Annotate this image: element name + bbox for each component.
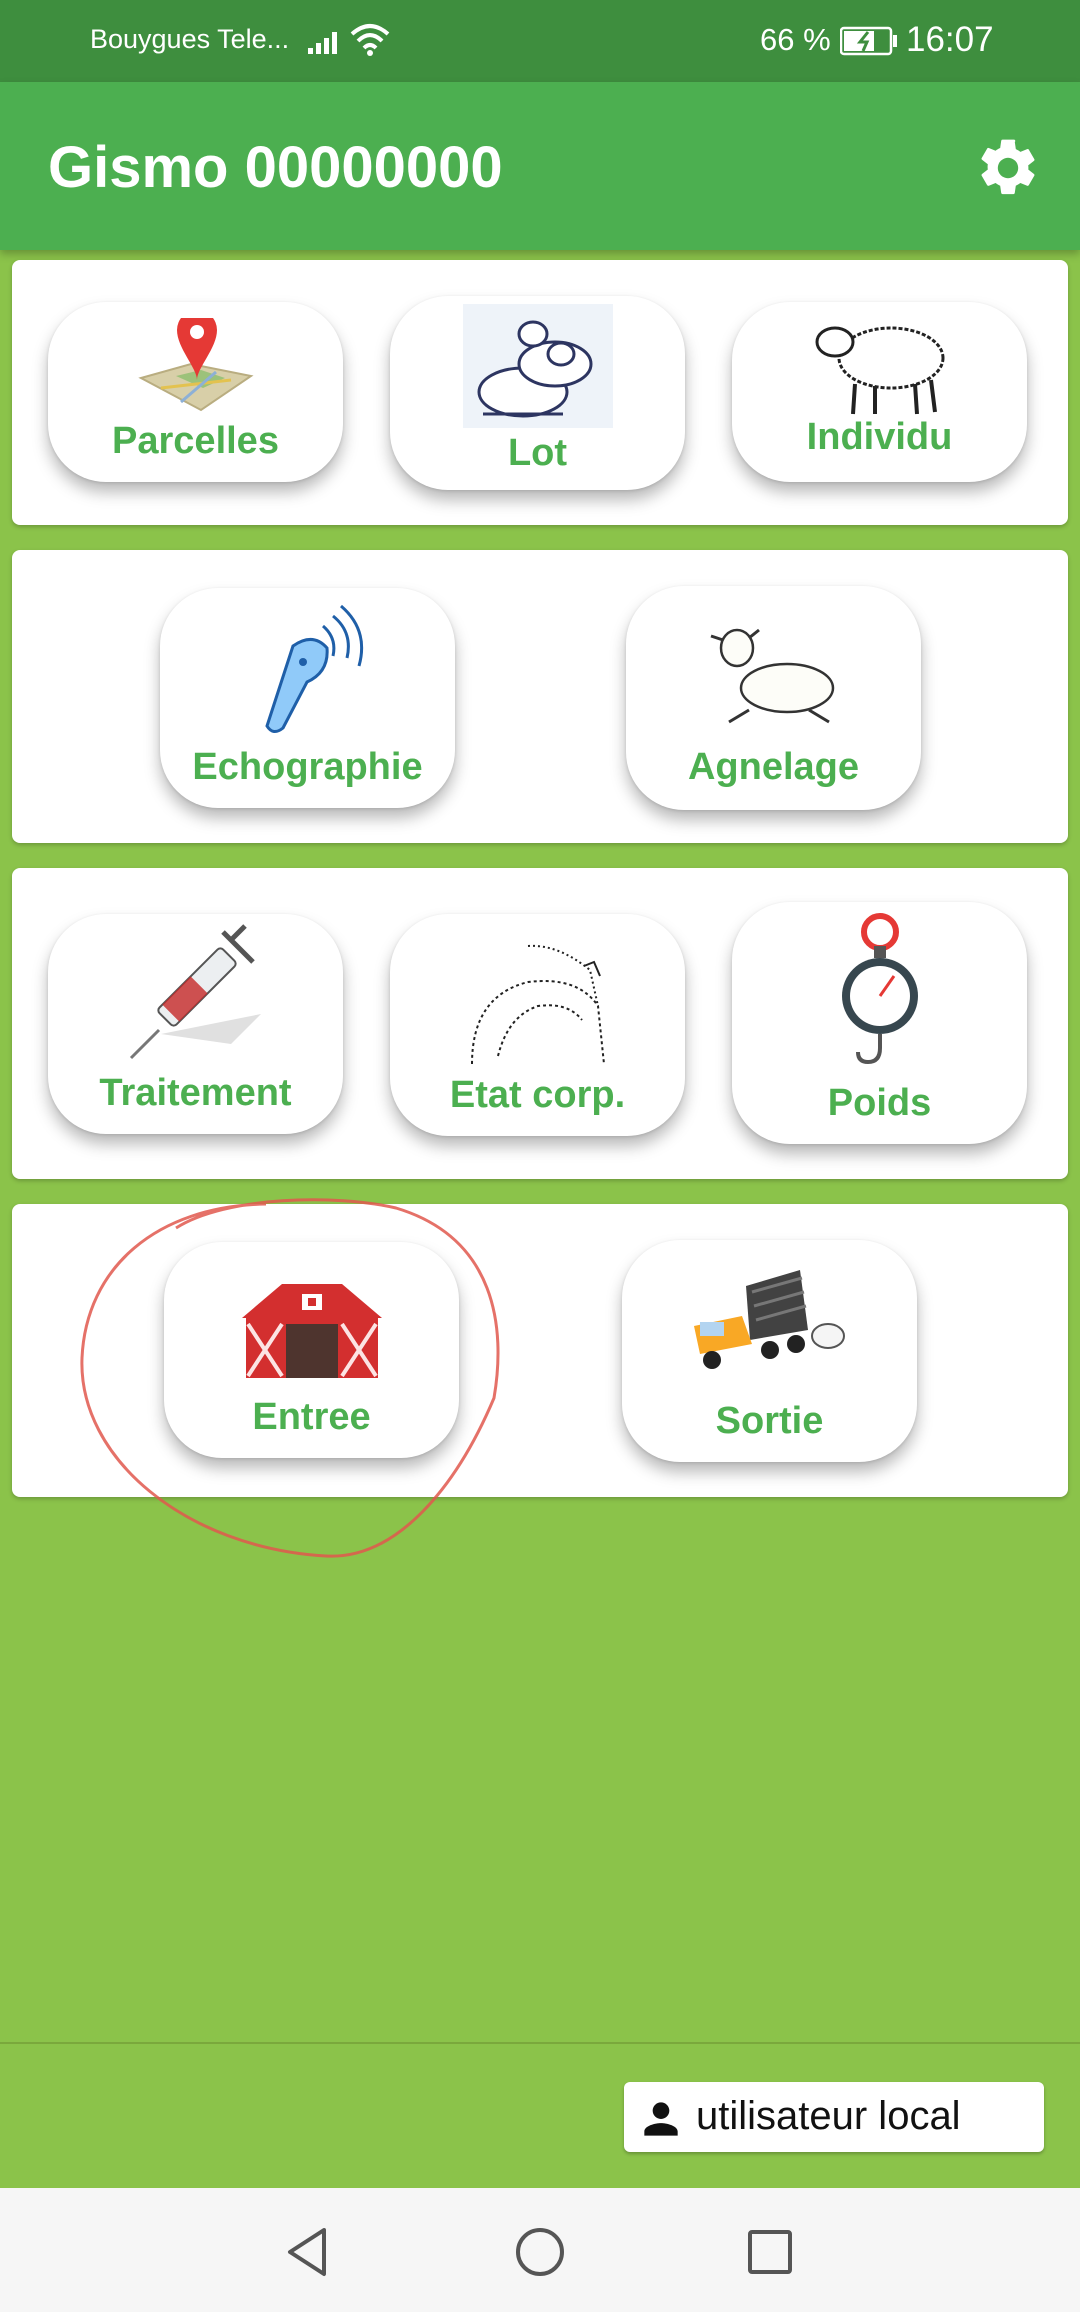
- entree-button[interactable]: Entree: [164, 1242, 459, 1458]
- parcelles-button[interactable]: Parcelles: [48, 302, 343, 482]
- wifi-icon: [350, 24, 390, 56]
- sortie-label: Sortie: [715, 1400, 824, 1442]
- lot-label: Lot: [507, 432, 568, 474]
- recent-apps-icon[interactable]: [740, 2222, 800, 2282]
- echographie-button[interactable]: Echographie: [160, 588, 455, 808]
- echographie-label: Echographie: [192, 746, 423, 788]
- individu-button[interactable]: Individu: [732, 302, 1027, 482]
- battery-icon: [840, 26, 897, 56]
- scale-icon: [841, 913, 918, 1065]
- individu-label: Individu: [806, 416, 953, 458]
- menu-group-1: Parcelles Lot Individu: [12, 260, 1068, 525]
- signal-icon: [308, 32, 337, 54]
- status-bar: Bouygues Tele... 66 % 16:07: [0, 0, 1080, 82]
- home-icon[interactable]: [510, 2222, 570, 2282]
- system-nav-bar: [0, 2188, 1080, 2312]
- app-bar: Gismo 00000000: [0, 82, 1080, 250]
- agnelage-button[interactable]: Agnelage: [626, 586, 921, 810]
- bottom-divider: [0, 2042, 1080, 2044]
- syringe-icon: [129, 924, 261, 1060]
- truck-icon: [693, 1270, 845, 1369]
- menu-group-3: Traitement Etat corp. Poids: [12, 868, 1068, 1179]
- body-condition-icon: [470, 944, 605, 1065]
- sortie-button[interactable]: Sortie: [622, 1240, 917, 1462]
- etat-corp-button[interactable]: Etat corp.: [390, 914, 685, 1136]
- clock: 16:07: [906, 20, 994, 59]
- poids-label: Poids: [827, 1082, 932, 1124]
- person-icon: [644, 2102, 678, 2136]
- traitement-label: Traitement: [99, 1072, 292, 1114]
- menu-group-4: Entree Sortie: [12, 1204, 1068, 1497]
- menu-group-2: Echographie Agnelage: [12, 550, 1068, 843]
- gear-icon[interactable]: [974, 134, 1042, 202]
- lamb-icon: [710, 628, 834, 724]
- parcelles-label: Parcelles: [112, 420, 279, 462]
- barn-icon: [241, 1284, 382, 1378]
- back-icon[interactable]: [278, 2222, 338, 2282]
- traitement-button[interactable]: Traitement: [48, 914, 343, 1134]
- app-title: Gismo 00000000: [48, 135, 503, 200]
- lot-button[interactable]: Lot: [390, 296, 685, 490]
- user-label: utilisateur local: [696, 2094, 961, 2138]
- poids-button[interactable]: Poids: [732, 902, 1027, 1144]
- sheep-icon: [815, 326, 944, 415]
- user-chip[interactable]: utilisateur local: [624, 2082, 1044, 2152]
- agnelage-label: Agnelage: [687, 746, 860, 788]
- sheep-group-icon: [462, 304, 613, 428]
- ultrasound-probe-icon: [264, 604, 363, 733]
- etat-corp-label: Etat corp.: [449, 1074, 626, 1116]
- map-pin-icon: [137, 318, 254, 412]
- carrier-name: Bouygues Tele...: [90, 24, 290, 54]
- battery-percent: 66 %: [760, 22, 831, 57]
- entree-label: Entree: [252, 1396, 371, 1438]
